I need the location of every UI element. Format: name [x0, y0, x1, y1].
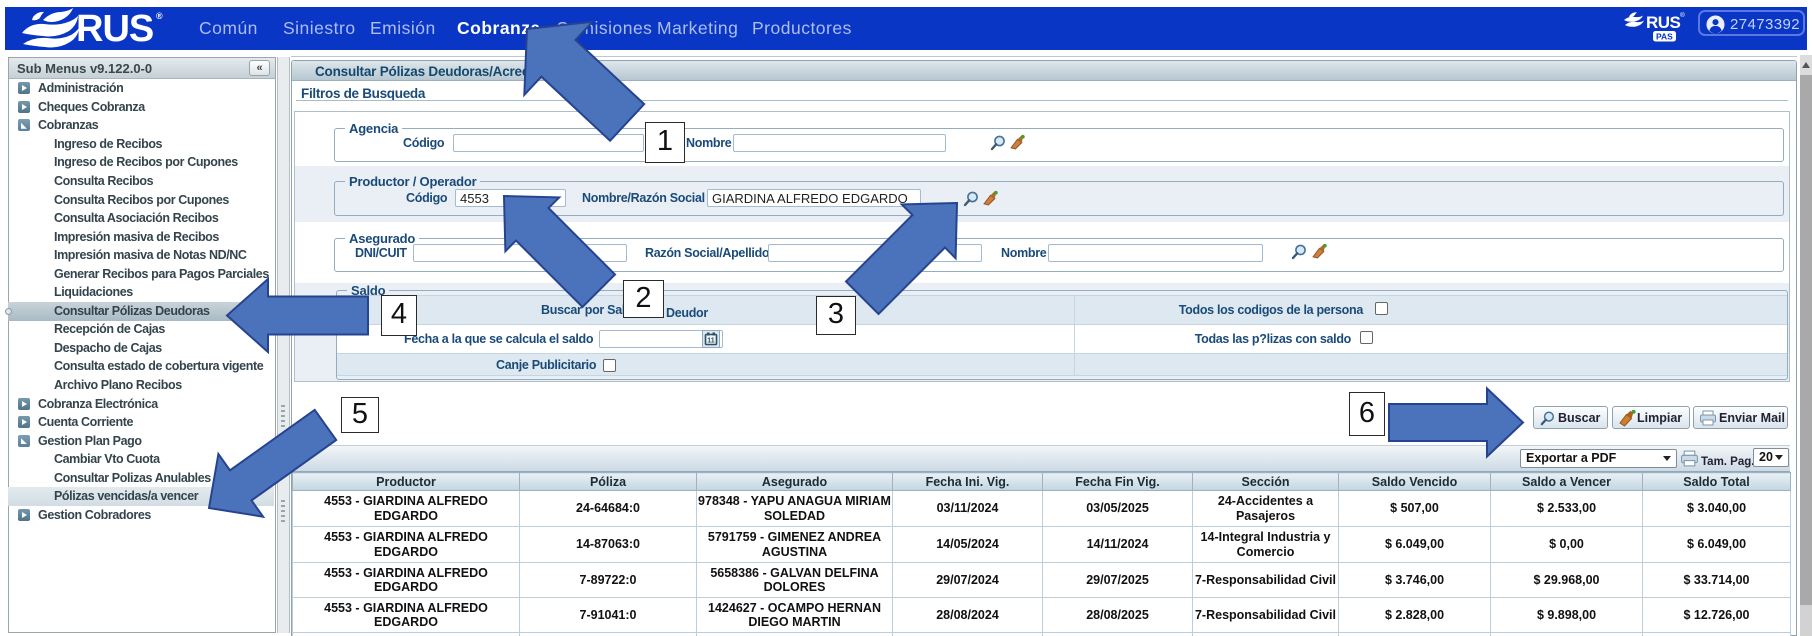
svg-text:RUS: RUS — [1646, 13, 1681, 32]
svg-text:®: ® — [156, 11, 163, 21]
svg-text:RUS: RUS — [76, 8, 153, 50]
svg-text:®: ® — [1680, 11, 1685, 19]
svg-text:PAS: PAS — [1656, 32, 1673, 42]
svg-text:11: 11 — [707, 338, 715, 345]
